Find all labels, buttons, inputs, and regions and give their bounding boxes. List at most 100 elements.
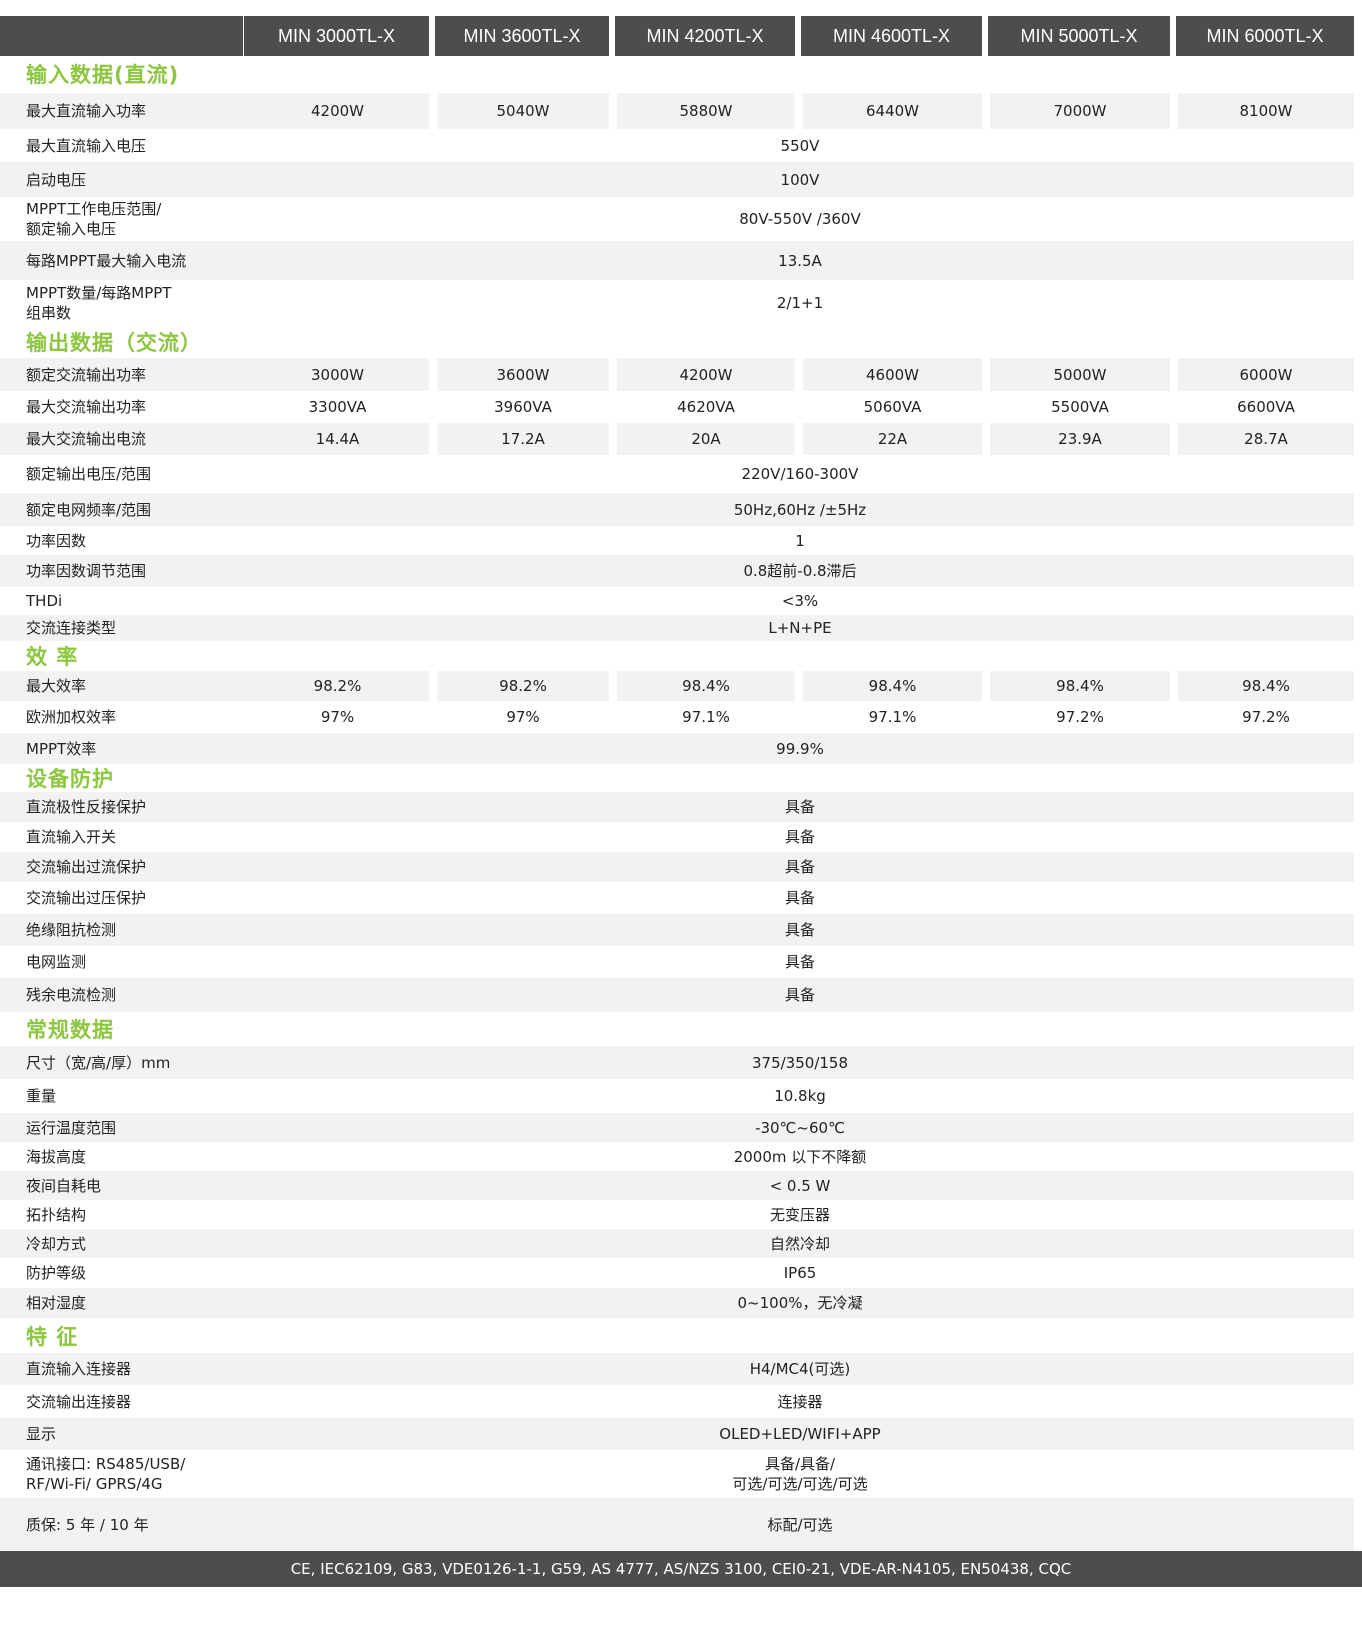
spec-value: 0.8超前-0.8滞后 <box>246 555 1354 587</box>
spec-label: 夜间自耗电 <box>0 1171 246 1200</box>
spec-value: 97.2% <box>990 701 1170 733</box>
spec-row: 额定电网频率/范围 50Hz,60Hz /±5Hz <box>0 493 1362 526</box>
spec-value: 20A <box>617 423 795 455</box>
spec-row: 冷却方式 自然冷却 <box>0 1229 1362 1258</box>
spec-value: 550V <box>246 129 1354 162</box>
spec-value: 4600W <box>803 358 982 391</box>
spec-value: 100V <box>246 162 1354 197</box>
spec-row: 欧洲加权效率 97% 97% 97.1% 97.1% 97.2% 97.2% <box>0 701 1362 733</box>
spec-value: 3000W <box>246 358 429 391</box>
model-column-header: MIN 5000TL-X <box>988 16 1170 56</box>
spec-value: 具备 <box>246 822 1354 852</box>
spec-row: 直流输入连接器 H4/MC4(可选) <box>0 1353 1362 1385</box>
model-column-header: MIN 6000TL-X <box>1176 16 1354 56</box>
spec-value: < 0.5 W <box>246 1171 1354 1200</box>
spec-row: 电网监测 具备 <box>0 946 1362 978</box>
spec-label: 额定电网频率/范围 <box>0 493 246 526</box>
spec-value: 5060VA <box>803 391 982 423</box>
spec-value: 97% <box>437 701 609 733</box>
spec-label: 交流输出连接器 <box>0 1385 246 1418</box>
spec-label: 直流极性反接保护 <box>0 792 246 822</box>
spec-value: 6600VA <box>1178 391 1354 423</box>
spec-value: 8100W <box>1178 93 1354 129</box>
spec-value: 98.4% <box>803 671 982 701</box>
spec-label: 直流输入开关 <box>0 822 246 852</box>
spec-label: 直流输入连接器 <box>0 1353 246 1385</box>
spec-row: 运行温度范围 -30℃~60℃ <box>0 1113 1362 1142</box>
spec-label: 额定输出电压/范围 <box>0 455 246 493</box>
spec-row: MPPT数量/每路MPPT 组串数 2/1+1 <box>0 280 1362 325</box>
spec-value: 10.8kg <box>246 1079 1354 1113</box>
spec-label: 残余电流检测 <box>0 978 246 1012</box>
spec-row: 相对湿度 0~100%，无冷凝 <box>0 1288 1362 1318</box>
spec-value: 97.1% <box>617 701 795 733</box>
spec-label: 交流输出过压保护 <box>0 882 246 914</box>
spec-value: 0~100%，无冷凝 <box>246 1288 1354 1318</box>
section-title: 常规数据 <box>26 1018 114 1042</box>
spec-row: 功率因数 1 <box>0 526 1362 555</box>
spec-value: 5500VA <box>990 391 1170 423</box>
spec-value: 98.2% <box>246 671 429 701</box>
spec-label: 交流输出过流保护 <box>0 852 246 882</box>
spec-value: 2000m 以下不降额 <box>246 1142 1354 1171</box>
spec-label: 启动电压 <box>0 162 246 197</box>
model-column-header: MIN 3000TL-X <box>244 16 429 56</box>
spec-value: 6000W <box>1178 358 1354 391</box>
spec-value: 220V/160-300V <box>246 455 1354 493</box>
spec-value: 3600W <box>437 358 609 391</box>
spec-row: 最大直流输入电压 550V <box>0 129 1362 162</box>
spec-row: 质保: 5 年 / 10 年标配/可选 <box>0 1498 1362 1551</box>
spec-label: 质保: 5 年 / 10 年 <box>0 1498 246 1551</box>
spec-row: 启动电压 100V <box>0 162 1362 197</box>
spec-row: 交流输出连接器 连接器 <box>0 1385 1362 1418</box>
spec-row: 交流连接类型 L+N+PE <box>0 615 1362 641</box>
spec-row: 海拔高度 2000m 以下不降额 <box>0 1142 1362 1171</box>
spec-label: THDi <box>0 587 246 615</box>
spec-label: 运行温度范围 <box>0 1113 246 1142</box>
section-header: 效 率 <box>0 641 1362 671</box>
spec-row: 残余电流检测 具备 <box>0 978 1362 1012</box>
section-header: 输出数据（交流） <box>0 326 1362 358</box>
spec-value: 97.2% <box>1178 701 1354 733</box>
spec-value: 2/1+1 <box>246 280 1354 325</box>
spec-label: 绝缘阻抗检测 <box>0 914 246 946</box>
spec-row: 交流输出过压保护 具备 <box>0 882 1362 914</box>
spec-label: 拓扑结构 <box>0 1200 246 1229</box>
spec-label: 海拔高度 <box>0 1142 246 1171</box>
spec-label: 通讯接口: RS485/USB/ RF/Wi-Fi/ GPRS/4G <box>0 1450 246 1498</box>
spec-row: 额定交流输出功率 3000W 3600W 4200W 4600W 5000W 6000W <box>0 358 1362 391</box>
spec-value: OLED+LED/WIFI+APP <box>246 1418 1354 1450</box>
spec-row: 每路MPPT最大输入电流 13.5A <box>0 241 1362 280</box>
spec-label: 防护等级 <box>0 1258 246 1288</box>
spec-value: 13.5A <box>246 241 1354 280</box>
spec-row: 尺寸（宽/高/厚）mm 375/350/158 <box>0 1046 1362 1079</box>
spec-label: 重量 <box>0 1079 246 1113</box>
spec-value: 98.4% <box>617 671 795 701</box>
spec-value: 17.2A <box>437 423 609 455</box>
spec-row: 最大效率 98.2% 98.2% 98.4% 98.4% 98.4% 98.4% <box>0 671 1362 701</box>
spec-row: 最大交流输出功率 3300VA 3960VA 4620VA 5060VA 5500VA 66… <box>0 391 1362 423</box>
spec-label: 显示 <box>0 1418 246 1450</box>
spec-value: 具备 <box>246 946 1354 978</box>
spec-value: 98.4% <box>1178 671 1354 701</box>
spec-value: 80V-550V /360V <box>246 197 1354 241</box>
spec-value: 无变压器 <box>246 1200 1354 1229</box>
spec-value: IP65 <box>246 1258 1354 1288</box>
spec-label: MPPT效率 <box>0 733 246 764</box>
spec-value: 3960VA <box>437 391 609 423</box>
spec-value: 28.7A <box>1178 423 1354 455</box>
spec-value: 连接器 <box>246 1385 1354 1418</box>
section-header: 常规数据 <box>0 1012 1362 1046</box>
spec-value: 5040W <box>437 93 609 129</box>
spec-row: 防护等级 IP65 <box>0 1258 1362 1288</box>
section-title: 效 率 <box>26 645 79 669</box>
header-corner <box>0 16 243 56</box>
spec-label: 欧洲加权效率 <box>0 701 246 733</box>
spec-label: MPPT数量/每路MPPT 组串数 <box>0 280 246 325</box>
spec-value: L+N+PE <box>246 615 1354 641</box>
spec-value: 1 <box>246 526 1354 555</box>
spec-value: 具备 <box>246 852 1354 882</box>
spec-value: 具备/具备/ 可选/可选/可选/可选 <box>246 1450 1354 1498</box>
spec-value: 6440W <box>803 93 982 129</box>
spec-value: 具备 <box>246 882 1354 914</box>
